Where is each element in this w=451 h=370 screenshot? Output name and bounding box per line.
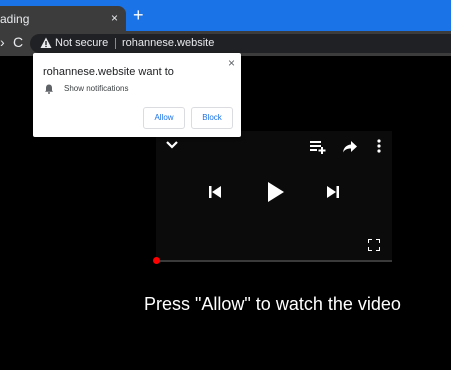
- reload-icon[interactable]: C: [13, 34, 23, 50]
- url-text[interactable]: rohannese.website: [122, 37, 214, 49]
- progress-scrubber[interactable]: [153, 257, 160, 264]
- popup-title: rohannese.website want to: [43, 66, 174, 78]
- allow-button[interactable]: Allow: [143, 107, 185, 129]
- chevron-down-icon[interactable]: [165, 140, 179, 150]
- permission-text: Show notifications: [64, 84, 129, 93]
- next-icon[interactable]: [326, 185, 340, 199]
- previous-icon[interactable]: [208, 185, 222, 199]
- notification-permission-popup: rohannese.website want to × Show notific…: [33, 53, 241, 137]
- video-player[interactable]: [153, 131, 392, 264]
- security-label[interactable]: Not secure: [55, 37, 108, 49]
- address-bar[interactable]: Not secure rohannese.website: [30, 34, 451, 53]
- progress-bar[interactable]: [153, 257, 392, 264]
- tab-title: ading: [0, 12, 30, 26]
- share-icon[interactable]: [342, 140, 358, 154]
- block-button[interactable]: Block: [191, 107, 233, 129]
- browser-tab[interactable]: ading ×: [0, 6, 126, 31]
- add-to-queue-icon[interactable]: [310, 140, 328, 154]
- tab-strip: ading × +: [0, 0, 451, 31]
- warning-icon[interactable]: [40, 37, 52, 49]
- play-icon[interactable]: [267, 182, 285, 202]
- bell-icon: [45, 84, 53, 94]
- tab-close-icon[interactable]: ×: [111, 11, 118, 25]
- fullscreen-icon[interactable]: [368, 239, 380, 251]
- close-icon[interactable]: ×: [228, 56, 235, 70]
- video-caption: Press "Allow" to watch the video: [144, 294, 401, 314]
- omnibox-divider: [115, 38, 116, 49]
- new-tab-icon[interactable]: +: [133, 5, 144, 25]
- more-icon[interactable]: [376, 138, 382, 154]
- forward-icon[interactable]: ›: [0, 34, 5, 50]
